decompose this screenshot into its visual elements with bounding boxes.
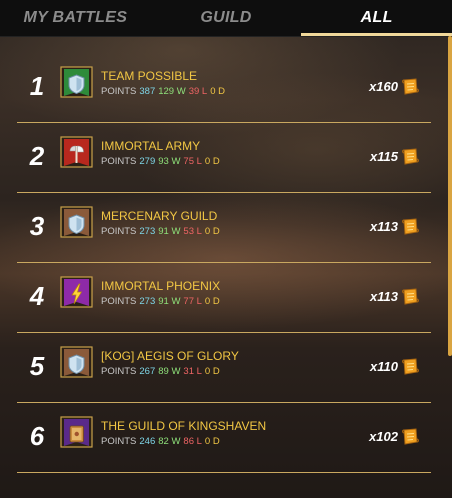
shield-icon xyxy=(60,206,93,238)
points-value: 387 xyxy=(139,86,156,97)
axe-icon xyxy=(60,136,93,168)
draws-value: 0 D xyxy=(204,296,220,307)
guild-stats: POINTS 246 82 W 86 L0 D xyxy=(101,436,223,447)
draws-value: 0 D xyxy=(204,436,220,447)
guild-banner xyxy=(60,206,93,240)
leaderboard-row[interactable]: 1 TEAM POSSIBLE POINTS 387 129 W 39 L0 D x160 xyxy=(17,53,431,123)
wins-value: 91 W xyxy=(158,296,181,307)
guild-stats: POINTS 387 129 W 39 L0 D xyxy=(101,86,228,97)
rank-number: 3 xyxy=(29,211,45,241)
points-label: POINTS xyxy=(101,436,137,447)
reward-amount: x102 xyxy=(369,429,398,444)
tab-guild[interactable]: GUILD xyxy=(151,0,302,36)
losses-value: 39 L xyxy=(188,86,208,97)
guild-banner xyxy=(60,346,93,380)
leaderboard-row[interactable]: 6 THE GUILD OF KINGSHAVEN POINTS 246 82 W 86 … xyxy=(17,403,431,473)
points-label: POINTS xyxy=(101,156,137,167)
guild-name[interactable]: IMMORTAL ARMY xyxy=(101,139,200,153)
guild-stats: POINTS 273 91 W 53 L0 D xyxy=(101,226,223,237)
wins-value: 93 W xyxy=(158,156,181,167)
losses-value: 86 L xyxy=(183,436,202,447)
draws-value: 0 D xyxy=(210,86,225,97)
wins-value: 89 W xyxy=(158,366,181,377)
reward-amount: x113 xyxy=(370,289,398,304)
merit-scroll-icon xyxy=(402,218,419,235)
points-label: POINTS xyxy=(101,86,137,97)
guild-banner xyxy=(60,276,93,310)
rank-number: 2 xyxy=(29,141,45,171)
points-value: 267 xyxy=(139,366,156,377)
draws-value: 0 D xyxy=(204,156,220,167)
merit-scroll-icon xyxy=(402,148,419,165)
losses-value: 53 L xyxy=(183,226,202,237)
leaderboard-row[interactable]: 3 MERCENARY GUILD POINTS 273 91 W 53 L0 D x113 xyxy=(17,193,431,263)
reward: x113 xyxy=(370,217,419,236)
tab-all[interactable]: ALL xyxy=(301,0,452,36)
reward-amount: x160 xyxy=(369,79,398,94)
row-divider xyxy=(17,472,431,473)
points-value: 273 xyxy=(139,226,156,237)
book-icon xyxy=(60,416,93,448)
rank-number: 6 xyxy=(29,421,45,451)
points-label: POINTS xyxy=(101,296,137,307)
reward: x110 xyxy=(370,357,419,376)
points-value: 246 xyxy=(139,436,156,447)
reward-amount: x110 xyxy=(370,359,398,374)
points-label: POINTS xyxy=(101,366,137,377)
points-value: 273 xyxy=(139,296,156,307)
guild-stats: POINTS 279 93 W 75 L0 D xyxy=(101,156,223,167)
draws-value: 0 D xyxy=(204,366,220,377)
merit-scroll-icon xyxy=(402,358,419,375)
leaderboard-row[interactable]: 2 IMMORTAL ARMY POINTS 279 93 W 75 L0 D x115 xyxy=(17,123,431,193)
scrollbar[interactable] xyxy=(448,36,452,356)
wins-value: 91 W xyxy=(158,226,181,237)
points-label: POINTS xyxy=(101,226,137,237)
tab-bar: MY BATTLES GUILD ALL xyxy=(0,0,452,37)
wins-value: 82 W xyxy=(158,436,181,447)
reward-amount: x113 xyxy=(370,219,398,234)
guild-banner xyxy=(60,416,93,450)
losses-value: 31 L xyxy=(183,366,202,377)
rank-number: 1 xyxy=(29,71,45,101)
guild-name[interactable]: THE GUILD OF KINGSHAVEN xyxy=(101,419,266,433)
wins-value: 129 W xyxy=(158,86,186,97)
leaderboard-row[interactable]: 5 [KOG] AEGIS OF GLORY POINTS 267 89 W 31 L0 … xyxy=(17,333,431,403)
guild-banner xyxy=(60,66,93,100)
guild-name[interactable]: [KOG] AEGIS OF GLORY xyxy=(101,349,239,363)
lightning-icon xyxy=(60,276,93,308)
guild-banner xyxy=(60,136,93,170)
guild-name[interactable]: TEAM POSSIBLE xyxy=(101,69,197,83)
reward: x102 xyxy=(369,427,419,446)
leaderboard-row[interactable]: 4 IMMORTAL PHOENIX POINTS 273 91 W 77 L0 D x11… xyxy=(17,263,431,333)
tab-my-battles[interactable]: MY BATTLES xyxy=(0,0,151,36)
losses-value: 77 L xyxy=(183,296,202,307)
rank-number: 5 xyxy=(29,351,45,381)
points-value: 279 xyxy=(139,156,156,167)
merit-scroll-icon xyxy=(402,428,419,445)
guild-name[interactable]: MERCENARY GUILD xyxy=(101,209,217,223)
shield-icon xyxy=(60,66,93,98)
merit-scroll-icon xyxy=(402,288,419,305)
guild-stats: POINTS 267 89 W 31 L0 D xyxy=(101,366,223,377)
guild-brawl-leaderboard: MY BATTLES GUILD ALL 1 TEAM POSSIBLE POINT… xyxy=(0,0,452,498)
rank-number: 4 xyxy=(29,281,45,311)
shield-icon xyxy=(60,346,93,378)
reward: x113 xyxy=(370,287,419,306)
merit-scroll-icon xyxy=(402,78,419,95)
reward: x160 xyxy=(369,77,419,96)
losses-value: 75 L xyxy=(183,156,202,167)
guild-name[interactable]: IMMORTAL PHOENIX xyxy=(101,279,220,293)
reward: x115 xyxy=(370,147,419,166)
guild-stats: POINTS 273 91 W 77 L0 D xyxy=(101,296,223,307)
reward-amount: x115 xyxy=(370,149,398,164)
draws-value: 0 D xyxy=(204,226,220,237)
